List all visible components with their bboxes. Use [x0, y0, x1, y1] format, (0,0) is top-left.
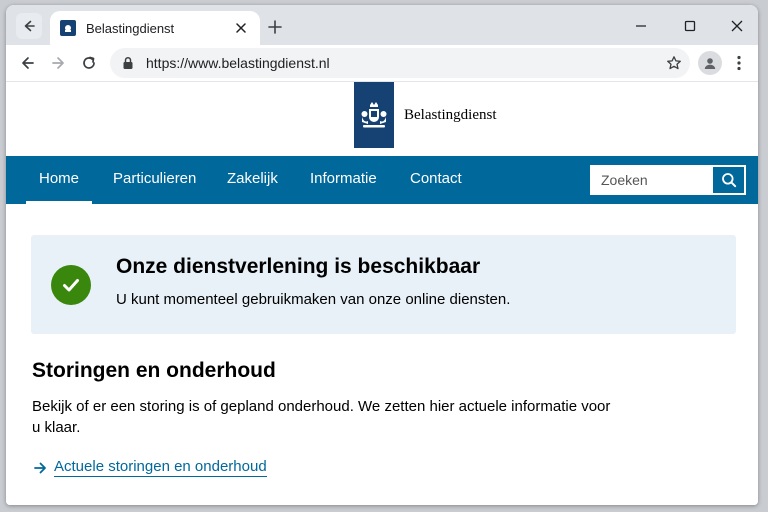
url-text[interactable]: https://www.belastingdienst.nl — [146, 55, 662, 71]
reload-icon — [83, 56, 95, 69]
search-input[interactable] — [591, 166, 713, 194]
site-logo[interactable]: Belastingdienst — [354, 82, 497, 148]
logo-text: Belastingdienst — [404, 106, 497, 123]
browser-window: Belastingdienst https://www.belastingdie… — [6, 5, 758, 505]
back-button[interactable] — [14, 50, 40, 76]
arrow-right-icon — [32, 460, 48, 476]
profile-button[interactable] — [698, 51, 722, 75]
new-tab-button[interactable] — [262, 14, 288, 40]
arrow-left-icon — [22, 57, 34, 69]
close-icon — [236, 23, 246, 33]
close-window-button[interactable] — [724, 13, 750, 39]
search-button[interactable] — [712, 166, 745, 194]
section-body: Bekijk of er een storing is of gepland o… — [32, 398, 611, 436]
status-text: U kunt momenteel gebruikmaken van onze o… — [116, 291, 511, 308]
nav-item-informatie[interactable]: Informatie — [297, 156, 390, 204]
crest-favicon-icon — [60, 20, 76, 36]
star-icon — [667, 56, 681, 70]
service-status-banner: Onze dienstverlening is beschikbaar U ku… — [31, 235, 736, 334]
nav-item-zakelijk[interactable]: Zakelijk — [214, 156, 291, 204]
outages-link[interactable]: Actuele storingen en onderhoud — [32, 458, 267, 477]
browser-toolbar: https://www.belastingdienst.nl — [6, 45, 758, 82]
browser-menu-button[interactable] — [728, 51, 750, 75]
user-icon — [704, 58, 716, 69]
tab-search-button[interactable] — [16, 13, 42, 39]
close-icon — [731, 20, 743, 32]
section-heading: Storingen en onderhoud — [32, 359, 276, 382]
minimize-icon — [636, 25, 646, 27]
status-title: Onze dienstverlening is beschikbaar — [116, 255, 481, 278]
main-navigation: Home Particulieren Zakelijk Informatie C… — [6, 156, 758, 204]
active-tab[interactable]: Belastingdienst — [50, 11, 260, 45]
tab-close-button[interactable] — [230, 17, 252, 39]
plus-icon — [268, 20, 282, 34]
site-search — [590, 165, 746, 195]
maximize-button[interactable] — [677, 13, 703, 39]
crest-logo-icon — [354, 82, 394, 148]
tab-title: Belastingdienst — [86, 20, 175, 36]
more-vertical-icon — [737, 55, 741, 71]
minimize-button[interactable] — [628, 13, 654, 39]
arrow-right-icon — [52, 57, 64, 69]
nav-item-home[interactable]: Home — [26, 156, 93, 204]
reload-button[interactable] — [76, 50, 102, 76]
nav-item-particulieren[interactable]: Particulieren — [100, 156, 209, 204]
outages-link-text[interactable]: Actuele storingen en onderhoud — [54, 458, 267, 477]
nav-item-contact[interactable]: Contact — [397, 156, 475, 204]
lock-icon[interactable] — [120, 55, 136, 71]
maximize-icon — [684, 20, 696, 32]
address-bar[interactable]: https://www.belastingdienst.nl — [110, 48, 690, 78]
forward-button[interactable] — [46, 50, 72, 76]
web-page: Belastingdienst Home Particulieren Zakel… — [6, 82, 758, 505]
search-icon — [721, 173, 736, 188]
bookmark-star-button[interactable] — [662, 51, 686, 75]
arrow-left-icon — [24, 20, 35, 32]
tab-strip: Belastingdienst — [6, 5, 758, 45]
check-circle-icon — [51, 265, 91, 305]
